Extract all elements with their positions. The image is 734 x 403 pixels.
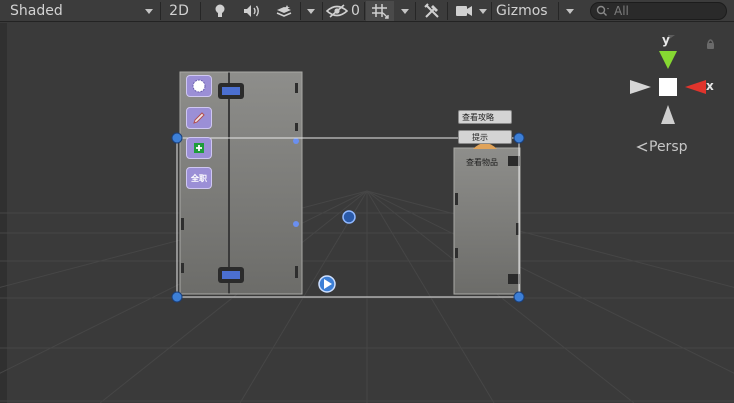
camera-button[interactable] [452,1,476,21]
tool-tile-label: 全职 [191,173,207,183]
2d-toggle-button[interactable]: 2D [164,1,194,21]
x-axis-label: x [706,79,714,93]
scene-search-box[interactable] [590,2,727,20]
search-input[interactable] [614,4,714,18]
hidden-objects-count: 0 [351,3,360,19]
grid-snapping-dropdown[interactable] [397,1,413,21]
pivot-handle [342,210,356,224]
camera-icon [456,6,472,16]
perspective-icon [636,142,648,152]
hidden-objects-toggle[interactable]: 0 [326,1,362,21]
effects-toggle-button[interactable] [272,1,296,21]
plus-icon [194,143,204,153]
tools-icon [424,3,439,18]
audio-toggle-button[interactable] [240,1,264,21]
hint-button[interactable]: 提示 [458,130,512,144]
lighting-icon [215,4,225,17]
chevron-down-icon [401,8,409,14]
orientation-gizmo [630,35,714,124]
gizmos-dropdown[interactable] [561,1,579,21]
tool-tile-circle[interactable] [186,75,212,97]
y-axis-label: y [662,33,670,47]
visibility-icon [326,4,348,18]
circle-icon [192,79,206,93]
tool-tile-pen[interactable] [186,107,212,129]
grid-snapping-icon [372,4,389,19]
gizmos-button[interactable]: Gizmos [494,1,556,21]
shading-mode-label: Shaded [10,3,63,19]
lighting-toggle-button[interactable] [209,1,231,21]
guide-button[interactable]: 查看攻略 [458,110,512,124]
gizmos-label: Gizmos [496,3,548,19]
chevron-down-icon [479,8,487,14]
search-icon [596,5,609,16]
scene-toolbar: Shaded 2D 0 Gizmos All [0,0,734,22]
camera-dropdown[interactable] [476,1,490,21]
hint-button-label: 提示 [472,132,488,142]
guide-button-label: 查看攻略 [462,112,494,122]
effects-icon [276,5,292,17]
chevron-down-icon [145,9,153,14]
tool-tile-text[interactable]: 全职 [186,167,212,189]
2d-label: 2D [169,3,189,19]
tool-tile-plus[interactable] [186,137,212,159]
pen-icon [193,112,205,124]
chevron-down-icon [566,8,574,14]
scene-viewport[interactable]: 全职 查看攻略 提示 查看物品 y x Persp [0,23,734,403]
scene-canvas [0,23,734,403]
audio-icon [244,5,259,17]
projection-toggle[interactable]: Persp [636,139,688,155]
chevron-down-icon [307,8,315,14]
projection-label: Persp [649,139,688,155]
item-panel-label: 查看物品 [466,158,498,167]
effects-dropdown[interactable] [304,1,318,21]
grid-snapping-toggle[interactable] [366,1,394,21]
tools-button[interactable] [420,1,444,21]
shading-mode-dropdown[interactable]: Shaded [4,1,156,21]
